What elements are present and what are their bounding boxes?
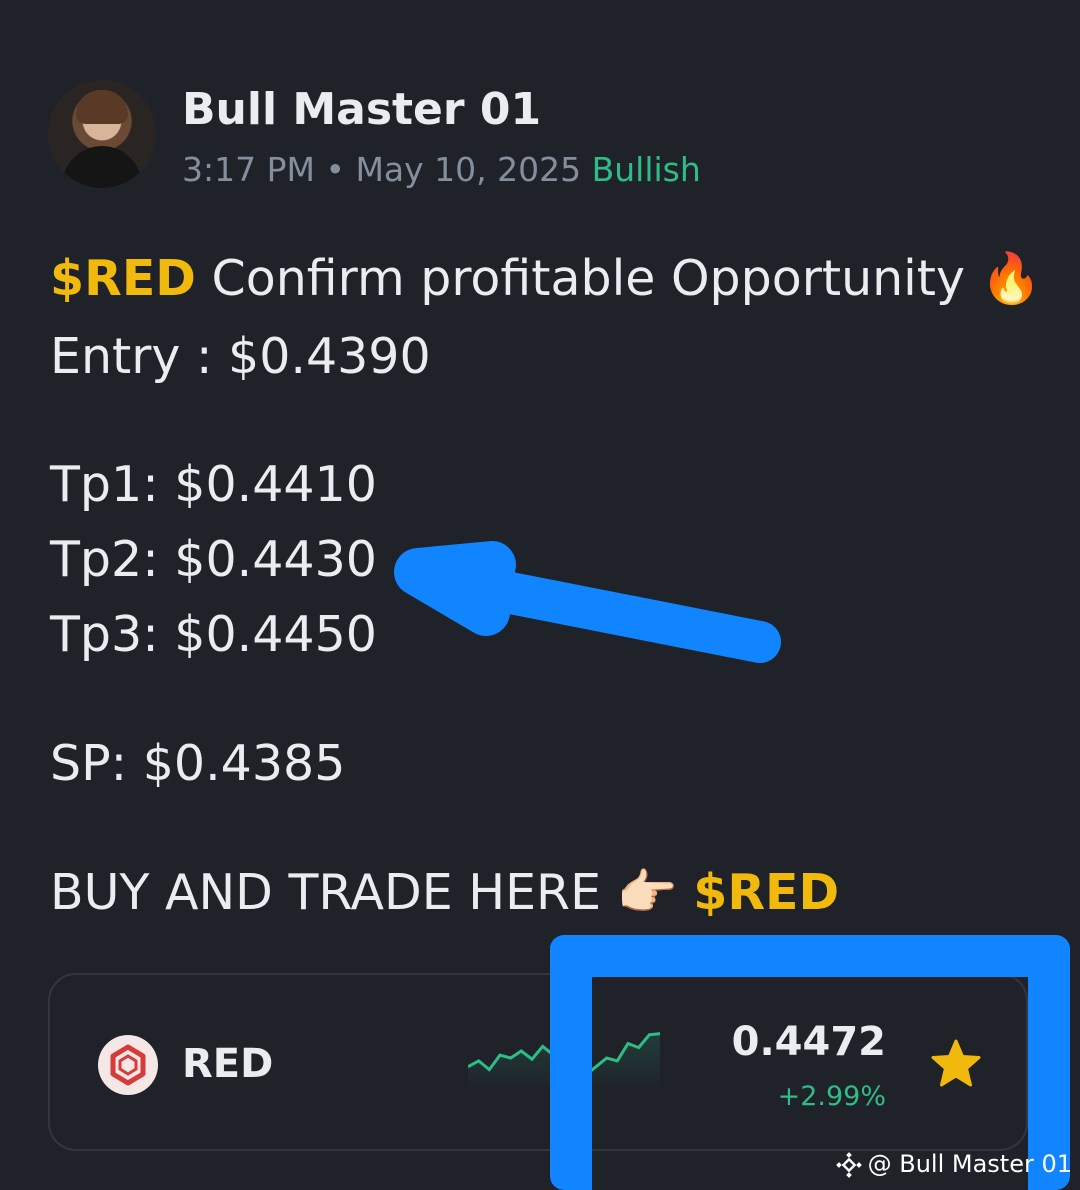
watermark: @ Bull Master 01: [835, 1150, 1072, 1178]
coin-symbol: RED: [182, 1041, 274, 1087]
watermark-text: @ Bull Master 01: [867, 1150, 1072, 1178]
red-coin-logo-icon: [98, 1035, 158, 1095]
binance-square-icon: [835, 1152, 862, 1178]
